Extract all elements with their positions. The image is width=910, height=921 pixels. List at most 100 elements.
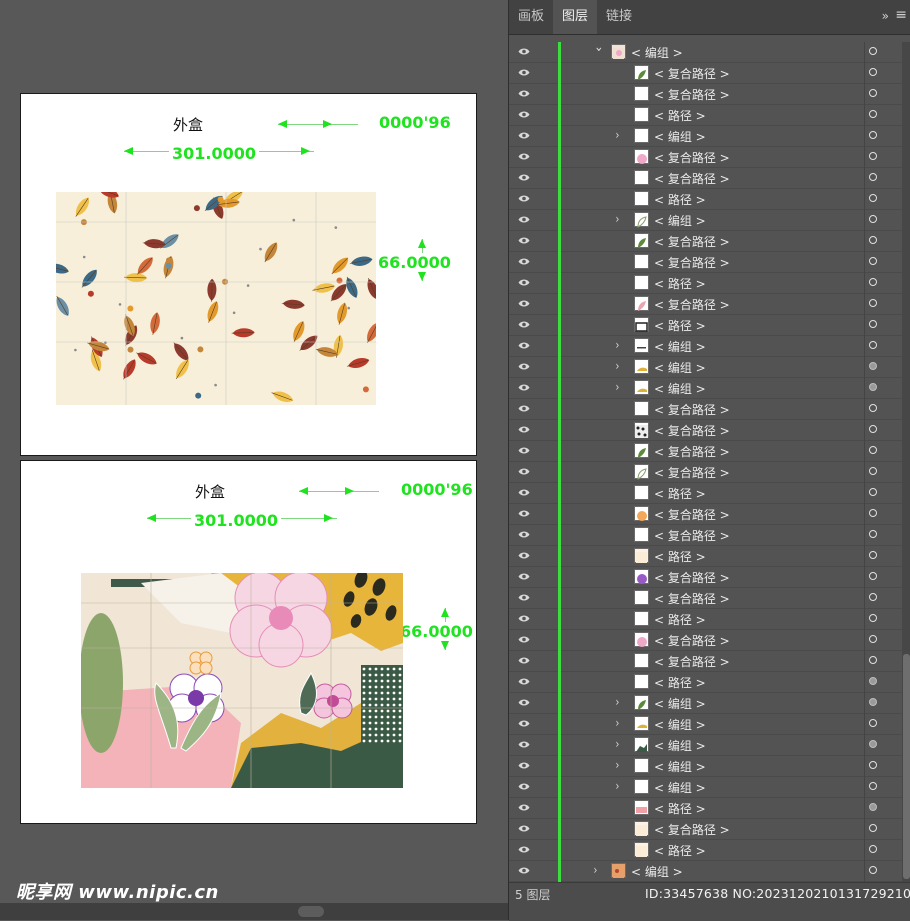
target-circle-icon[interactable] <box>869 782 877 790</box>
layer-name[interactable]: < 复合路径 > <box>654 170 730 187</box>
target-circle-icon[interactable] <box>869 593 877 601</box>
layer-row[interactable]: < 复合路径 > <box>509 525 902 546</box>
visibility-eye-icon[interactable] <box>518 362 530 371</box>
layer-name[interactable]: < 编组 > <box>654 128 706 145</box>
visibility-eye-icon[interactable] <box>518 215 530 224</box>
target-circle-icon[interactable] <box>869 530 877 538</box>
tab-links[interactable]: 链接 <box>597 0 641 34</box>
visibility-eye-icon[interactable] <box>518 131 530 140</box>
expand-chevron-icon[interactable]: › <box>615 128 619 142</box>
visibility-eye-icon[interactable] <box>518 425 530 434</box>
layer-thumbnail[interactable] <box>634 737 649 752</box>
layer-name[interactable]: < 复合路径 > <box>654 233 730 250</box>
panel-menu-icon[interactable]: ≡ <box>895 7 907 23</box>
scrollbar-thumb[interactable] <box>298 906 324 917</box>
tab-layers[interactable]: 图层 <box>553 0 597 34</box>
layer-thumbnail[interactable] <box>634 275 649 290</box>
canvas-area[interactable]: 外盒 0000'96 301.0000 66.0000 <box>0 0 508 920</box>
layer-thumbnail[interactable] <box>634 359 649 374</box>
target-circle-icon[interactable] <box>869 446 877 454</box>
layer-thumbnail[interactable] <box>634 548 649 563</box>
target-circle-icon[interactable] <box>869 299 877 307</box>
layer-name[interactable]: < 复合路径 > <box>654 506 730 523</box>
target-circle-icon[interactable] <box>869 572 877 580</box>
layer-thumbnail[interactable] <box>634 443 649 458</box>
target-circle-icon[interactable] <box>869 614 877 622</box>
expand-chevron-icon[interactable]: › <box>615 758 619 772</box>
visibility-eye-icon[interactable] <box>518 47 530 56</box>
layer-row[interactable]: < 路径 > <box>509 609 902 630</box>
visibility-eye-icon[interactable] <box>518 866 530 875</box>
visibility-eye-icon[interactable] <box>518 383 530 392</box>
layer-name[interactable]: < 路径 > <box>654 611 706 628</box>
layer-row[interactable]: › < 编组 > <box>509 756 902 777</box>
expand-chevron-icon[interactable]: › <box>615 212 619 226</box>
target-circle-icon[interactable] <box>869 845 877 853</box>
layer-row[interactable]: ›< 编组 > <box>509 693 902 714</box>
visibility-eye-icon[interactable] <box>518 488 530 497</box>
layer-row[interactable]: ›< 编组 > <box>509 714 902 735</box>
layer-list[interactable]: ⌄< 编组 > < 复合路径 > < 复合路径 > < 路径 > › < 编组 > < 复合… <box>509 42 902 882</box>
target-circle-icon[interactable] <box>869 803 877 811</box>
layer-thumbnail[interactable] <box>634 254 649 269</box>
layer-name[interactable]: < 复合路径 > <box>654 569 730 586</box>
layer-name[interactable]: < 复合路径 > <box>654 632 730 649</box>
target-circle-icon[interactable] <box>869 320 877 328</box>
layer-name[interactable]: < 编组 > <box>654 380 706 397</box>
layer-thumbnail[interactable] <box>634 779 649 794</box>
layer-row[interactable]: < 路径 > <box>509 840 902 861</box>
layer-name[interactable]: < 复合路径 > <box>654 590 730 607</box>
visibility-eye-icon[interactable] <box>518 572 530 581</box>
visibility-eye-icon[interactable] <box>518 467 530 476</box>
layer-row[interactable]: < 路径 > <box>509 798 902 819</box>
collapse-panel-icon[interactable]: » <box>882 9 889 23</box>
layer-name[interactable]: < 编组 > <box>654 737 706 754</box>
layer-thumbnail[interactable] <box>634 674 649 689</box>
layer-row[interactable]: › < 编组 > <box>509 861 902 882</box>
layer-name[interactable]: < 编组 > <box>654 695 706 712</box>
target-circle-icon[interactable] <box>869 866 877 874</box>
layer-thumbnail[interactable] <box>634 590 649 605</box>
scrollbar-thumb[interactable] <box>903 654 910 879</box>
target-circle-icon[interactable] <box>869 215 877 223</box>
layer-row[interactable]: < 路径 > <box>509 273 902 294</box>
layer-name[interactable]: < 路径 > <box>654 800 706 817</box>
layer-row[interactable]: ›< 编组 > <box>509 378 902 399</box>
layer-thumbnail[interactable] <box>634 65 649 80</box>
autumn-leaf-pattern[interactable] <box>56 192 376 405</box>
tab-artboards[interactable]: 画板 <box>509 0 553 34</box>
layer-thumbnail[interactable] <box>634 695 649 710</box>
layer-thumbnail[interactable] <box>634 338 649 353</box>
layer-name[interactable]: < 路径 > <box>654 317 706 334</box>
layer-row[interactable]: < 复合路径 > <box>509 420 902 441</box>
layer-row[interactable]: ›< 编组 > <box>509 357 902 378</box>
target-circle-icon[interactable] <box>869 824 877 832</box>
layer-name[interactable]: < 复合路径 > <box>654 422 730 439</box>
target-circle-icon[interactable] <box>869 467 877 475</box>
layer-name[interactable]: < 复合路径 > <box>654 86 730 103</box>
visibility-eye-icon[interactable] <box>518 194 530 203</box>
visibility-eye-icon[interactable] <box>518 845 530 854</box>
visibility-eye-icon[interactable] <box>518 152 530 161</box>
layer-name[interactable]: < 编组 > <box>654 758 706 775</box>
layer-name[interactable]: < 编组 > <box>631 863 683 880</box>
layer-row[interactable]: < 复合路径 > <box>509 504 902 525</box>
visibility-eye-icon[interactable] <box>518 89 530 98</box>
layer-row[interactable]: < 复合路径 > <box>509 630 902 651</box>
layer-thumbnail[interactable] <box>634 149 649 164</box>
layer-name[interactable]: < 编组 > <box>654 716 706 733</box>
layer-thumbnail[interactable] <box>634 233 649 248</box>
visibility-eye-icon[interactable] <box>518 740 530 749</box>
layer-thumbnail[interactable] <box>634 758 649 773</box>
expand-chevron-icon[interactable]: › <box>615 359 619 373</box>
expand-chevron-icon[interactable]: › <box>593 863 597 877</box>
layer-row[interactable]: ⌄< 编组 > <box>509 42 902 63</box>
layer-thumbnail[interactable] <box>634 569 649 584</box>
layer-row[interactable]: ›< 编组 > <box>509 777 902 798</box>
visibility-eye-icon[interactable] <box>518 656 530 665</box>
layer-name[interactable]: < 复合路径 > <box>654 65 730 82</box>
layer-name[interactable]: < 路径 > <box>654 191 706 208</box>
layer-name[interactable]: < 复合路径 > <box>654 653 730 670</box>
target-circle-icon[interactable] <box>869 236 877 244</box>
expand-chevron-icon[interactable]: › <box>615 338 619 352</box>
